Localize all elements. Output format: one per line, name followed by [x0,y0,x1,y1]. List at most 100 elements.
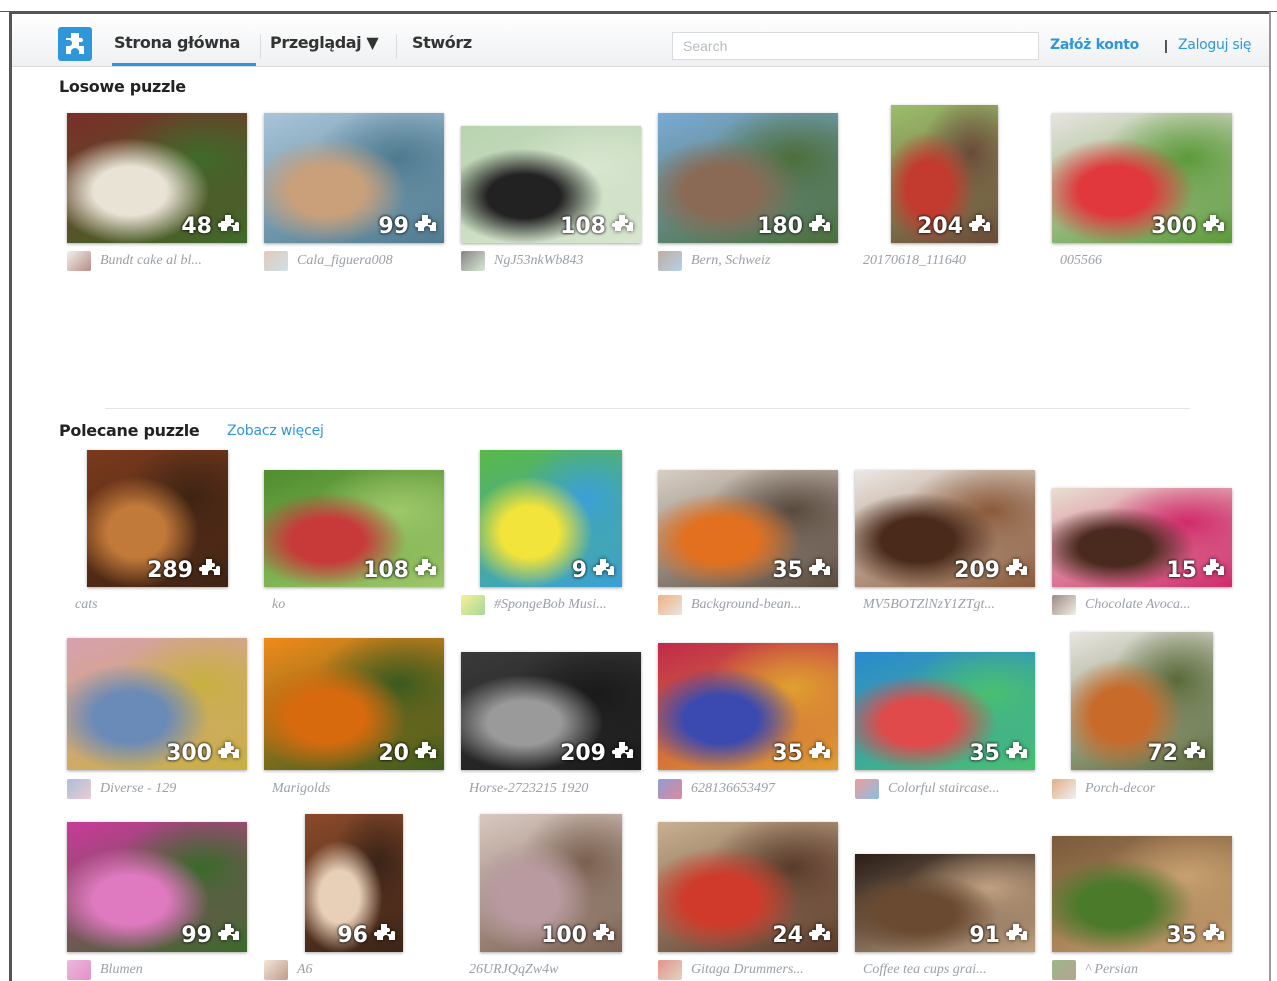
puzzle-thumbnail[interactable]: 300 [1052,113,1232,243]
puzzle-thumbnail[interactable]: 15 [1052,488,1232,587]
puzzle-caption[interactable]: A6 [264,960,449,980]
featured-puzzles-heading: Polecane puzzle [59,421,200,440]
puzzle-piece-icon [809,559,831,575]
puzzle-caption[interactable]: Horse-2723215 1920 [469,779,654,799]
nav-create[interactable]: Stwórz [412,14,472,66]
piece-count: 35 [772,740,803,766]
piece-count: 35 [772,557,803,583]
piece-count-badge: 99 [378,213,438,239]
puzzle-caption[interactable]: 005566 [1060,251,1245,271]
puzzle-title: Horse-2723215 1920 [469,781,589,796]
puzzle-caption[interactable]: Bundt cake al bl... [67,251,252,271]
puzzle-caption[interactable]: Cala_figuera008 [264,251,449,271]
puzzle-thumbnail[interactable]: 99 [67,822,247,952]
puzzle-caption[interactable]: Colorful staircase... [855,779,1040,799]
puzzle-title: #SpongeBob Musi... [494,597,607,612]
piece-count: 204 [917,213,963,239]
puzzle-thumbnail[interactable]: 35 [1052,836,1232,952]
puzzle-title: 26URJQqZw4w [469,962,559,977]
piece-count: 99 [181,922,212,948]
piece-count-badge: 99 [181,922,241,948]
puzzle-piece-icon [199,559,221,575]
puzzle-thumbnail[interactable]: 91 [855,854,1035,952]
puzzle-title: Bundt cake al bl... [100,253,202,268]
piece-count-badge: 300 [1151,213,1226,239]
register-link[interactable]: Załóż konto [1050,14,1139,76]
puzzle-piece-icon [1184,742,1206,758]
puzzle-caption[interactable]: Gitaga Drummers... [658,960,843,980]
puzzle-caption[interactable]: ^ Persian [1052,960,1237,980]
puzzle-thumbnail[interactable]: 96 [305,814,403,952]
puzzle-title: ko [272,597,286,612]
site-logo[interactable] [58,27,92,61]
piece-count-badge: 209 [954,557,1029,583]
puzzle-thumbnail[interactable]: 35 [855,652,1035,770]
puzzle-thumbnail[interactable]: 99 [264,113,444,243]
piece-count: 289 [147,557,193,583]
puzzle-caption[interactable]: cats [75,595,260,615]
piece-count: 180 [757,213,803,239]
puzzle-thumbnail[interactable]: 289 [87,450,228,587]
puzzle-piece-icon [218,215,240,231]
puzzle-thumbnail[interactable]: 35 [658,643,838,770]
puzzle-caption[interactable]: Blumen [67,960,252,980]
puzzle-caption[interactable]: Bern, Schweiz [658,251,843,271]
login-link[interactable]: Zaloguj się [1178,14,1252,76]
piece-count-badge: 24 [772,922,832,948]
piece-count-badge: 300 [166,740,241,766]
puzzle-thumbnail[interactable]: 209 [855,470,1035,587]
piece-count-badge: 91 [969,922,1029,948]
piece-count-badge: 72 [1147,740,1207,766]
see-more-link[interactable]: Zobacz więcej [227,423,324,439]
puzzle-caption[interactable]: Background-bean... [658,595,843,615]
piece-count: 108 [560,213,606,239]
puzzle-thumbnail[interactable]: 108 [264,470,444,587]
puzzle-caption[interactable]: NgJ53nkWb843 [461,251,646,271]
puzzle-thumbnail[interactable]: 100 [480,814,622,952]
puzzle-thumbnail[interactable]: 72 [1071,632,1213,770]
puzzle-thumbnail[interactable]: 48 [67,113,247,243]
puzzle-thumbnail[interactable]: 204 [891,105,998,243]
puzzle-thumbnail[interactable]: 20 [264,638,444,770]
piece-count-badge: 9 [572,557,616,583]
puzzle-caption[interactable]: 26URJQqZw4w [469,960,654,980]
puzzle-caption[interactable]: 628136653497 [658,779,843,799]
puzzle-piece-icon [218,924,240,940]
nav-home[interactable]: Strona główna [112,14,256,66]
puzzle-caption[interactable]: Diverse - 129 [67,779,252,799]
piece-count-badge: 35 [1166,922,1226,948]
puzzle-caption[interactable]: #SpongeBob Musi... [461,595,646,615]
puzzle-thumbnail[interactable]: 108 [461,126,641,243]
puzzle-thumbnail[interactable]: 24 [658,822,838,952]
puzzle-caption[interactable]: Porch-decor [1052,779,1237,799]
puzzle-title: Blumen [100,962,143,977]
puzzle-thumbnail[interactable]: 9 [480,450,622,587]
author-avatar [658,595,682,615]
piece-count: 48 [181,213,212,239]
puzzle-caption[interactable]: Marigolds [272,779,457,799]
puzzle-caption[interactable]: 20170618_111640 [863,251,1048,271]
piece-count-badge: 289 [147,557,222,583]
puzzle-title: 20170618_111640 [863,253,966,268]
puzzle-piece-icon [612,742,634,758]
puzzle-piece-icon [809,215,831,231]
puzzle-caption[interactable]: Chocolate Avoca... [1052,595,1237,615]
puzzle-piece-icon [415,559,437,575]
puzzle-thumbnail[interactable]: 300 [67,638,247,770]
puzzle-caption[interactable]: MV5BOTZlNzY1ZTgt... [863,595,1048,615]
puzzle-piece-icon [415,742,437,758]
puzzle-caption[interactable]: Coffee tea cups grai... [863,960,1048,980]
puzzle-title: Bern, Schweiz [691,253,771,268]
puzzle-caption[interactable]: ko [272,595,457,615]
piece-count-badge: 35 [969,740,1029,766]
author-avatar [658,960,682,980]
piece-count-badge: 48 [181,213,241,239]
nav-browse-dropdown[interactable]: Przeglądaj ▼ [270,14,379,66]
puzzle-thumbnail[interactable]: 35 [658,470,838,587]
puzzle-title: 005566 [1060,253,1102,268]
puzzle-piece-icon [612,215,634,231]
search-input[interactable]: Search [672,32,1039,60]
puzzle-thumbnail[interactable]: 209 [461,652,641,770]
piece-count-badge: 100 [541,922,616,948]
puzzle-thumbnail[interactable]: 180 [658,113,838,243]
